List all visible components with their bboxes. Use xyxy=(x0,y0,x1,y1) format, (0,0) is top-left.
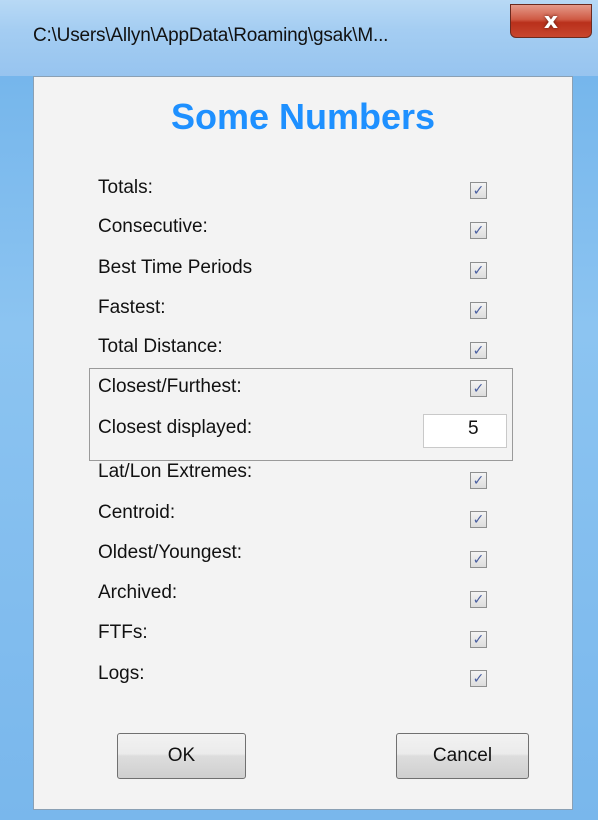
cancel-button[interactable]: Cancel xyxy=(396,733,529,779)
dialog-window: C:\Users\Allyn\AppData\Roaming\gsak\M...… xyxy=(0,0,598,820)
close-icon: x xyxy=(543,8,559,34)
checkmark-icon: ✓ xyxy=(472,262,485,279)
close-button[interactable]: x xyxy=(510,4,592,38)
checkbox-consecutive[interactable]: ✓ xyxy=(470,222,487,239)
checkbox-oldest-youngest[interactable]: ✓ xyxy=(470,551,487,568)
option-label-consecutive: Consecutive: xyxy=(98,216,208,237)
checkmark-icon: ✓ xyxy=(472,342,485,359)
option-label-archived: Archived: xyxy=(98,582,178,603)
checkmark-icon: ✓ xyxy=(472,591,485,608)
ok-button[interactable]: OK xyxy=(117,733,246,779)
option-label-closest-furthest: Closest/Furthest: xyxy=(98,376,242,397)
checkbox-lat-lon-extremes[interactable]: ✓ xyxy=(470,472,487,489)
checkbox-ftfs[interactable]: ✓ xyxy=(470,631,487,648)
option-label-ftfs: FTFs: xyxy=(98,622,148,643)
dialog-heading: Some Numbers xyxy=(170,96,436,137)
checkbox-fastest[interactable]: ✓ xyxy=(470,302,487,319)
option-label-logs: Logs: xyxy=(98,663,145,684)
checkmark-icon: ✓ xyxy=(472,302,485,319)
checkbox-totals[interactable]: ✓ xyxy=(470,182,487,199)
option-label-centroid: Centroid: xyxy=(98,502,176,523)
option-label-best-time-periods: Best Time Periods xyxy=(98,257,253,278)
checkmark-icon: ✓ xyxy=(472,472,485,489)
checkbox-logs[interactable]: ✓ xyxy=(470,670,487,687)
checkmark-icon: ✓ xyxy=(472,670,485,687)
checkmark-icon: ✓ xyxy=(472,511,485,528)
checkmark-icon: ✓ xyxy=(472,631,485,648)
checkbox-centroid[interactable]: ✓ xyxy=(470,511,487,528)
checkbox-archived[interactable]: ✓ xyxy=(470,591,487,608)
option-label-lat-lon-extremes: Lat/Lon Extremes: xyxy=(98,461,253,482)
option-label-fastest: Fastest: xyxy=(98,297,166,318)
checkmark-icon: ✓ xyxy=(472,222,485,239)
option-label-totals: Totals: xyxy=(98,177,153,198)
checkmark-icon: ✓ xyxy=(472,380,485,397)
dialog-body: Some Numbers Totals: ✓ Consecutive: ✓ Be… xyxy=(33,76,573,810)
checkmark-icon: ✓ xyxy=(472,551,485,568)
checkbox-best-time-periods[interactable]: ✓ xyxy=(470,262,487,279)
checkbox-total-distance[interactable]: ✓ xyxy=(470,342,487,359)
closest-displayed-input[interactable]: 5 xyxy=(423,414,507,448)
option-label-total-distance: Total Distance: xyxy=(98,336,223,357)
closest-displayed-label: Closest displayed: xyxy=(98,417,253,438)
option-label-oldest-youngest: Oldest/Youngest: xyxy=(98,542,243,563)
window-title: C:\Users\Allyn\AppData\Roaming\gsak\M... xyxy=(33,25,389,46)
checkbox-closest-furthest[interactable]: ✓ xyxy=(470,380,487,397)
title-bar[interactable]: C:\Users\Allyn\AppData\Roaming\gsak\M...… xyxy=(0,0,598,76)
checkmark-icon: ✓ xyxy=(472,182,485,199)
